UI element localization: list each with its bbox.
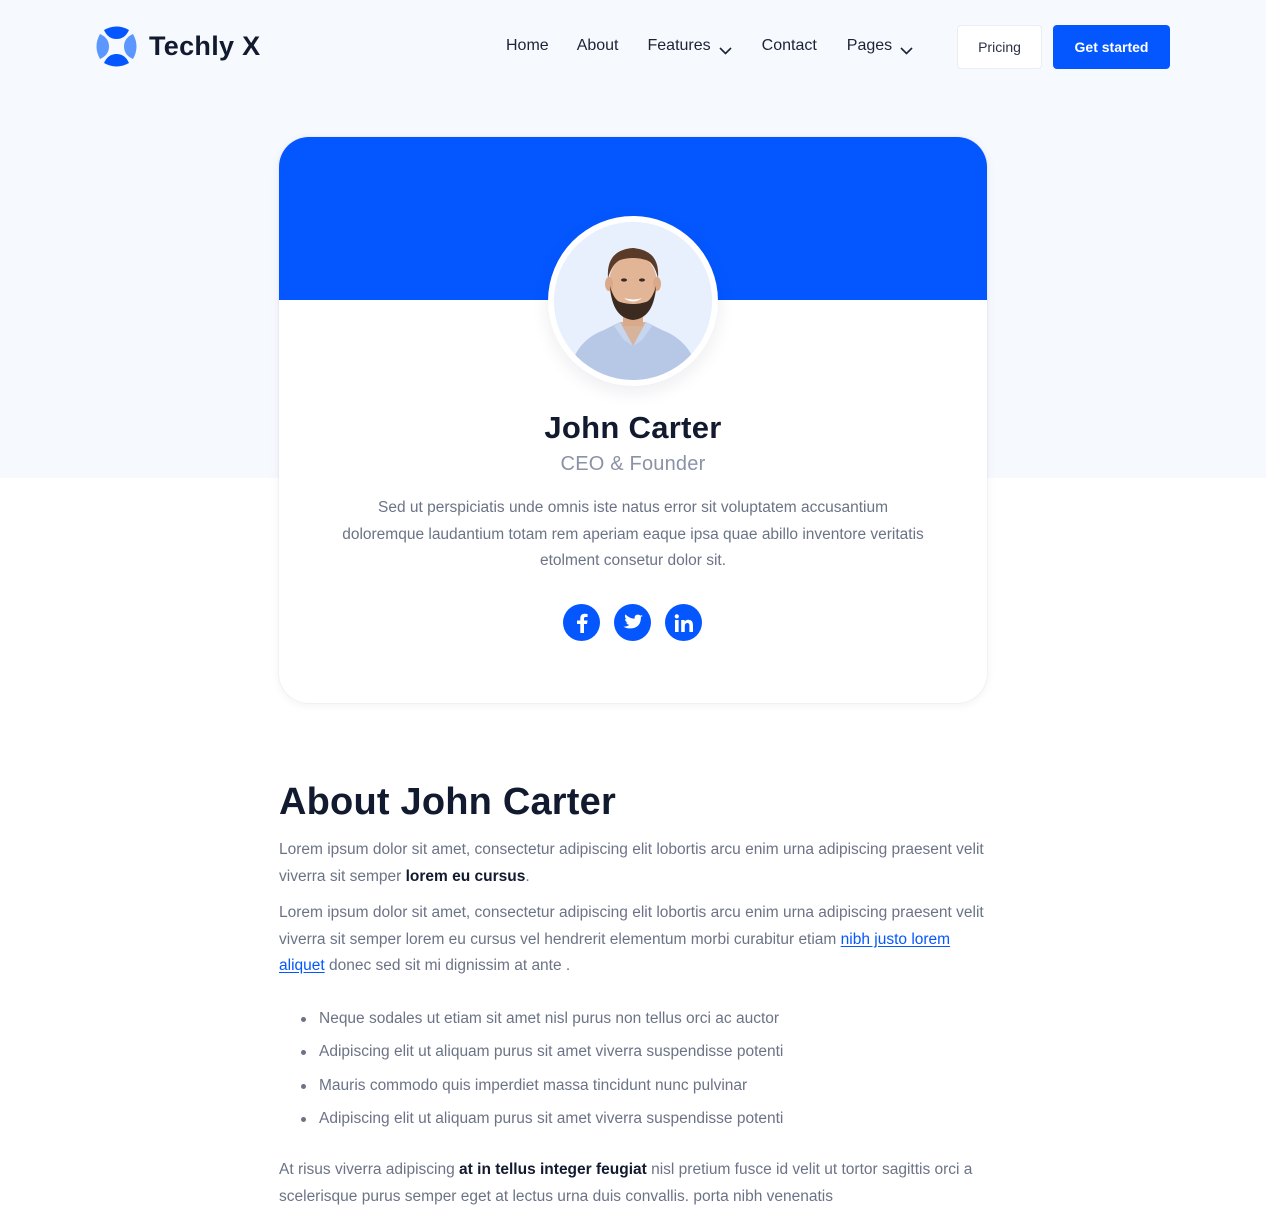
nav-contact[interactable]: Contact — [762, 37, 817, 55]
profile-card: John Carter CEO & Founder Sed ut perspic… — [279, 137, 987, 703]
nav-about-label: About — [576, 37, 619, 54]
about-paragraph-1: Lorem ipsum dolor sit amet, consectetur … — [279, 837, 987, 890]
logo-icon — [94, 24, 139, 69]
profile-name: John Carter — [544, 410, 722, 445]
list-item: Neque sodales ut etiam sit amet nisl pur… — [279, 1009, 987, 1029]
nav-home-label: Home — [506, 37, 549, 54]
avatar — [554, 222, 712, 380]
paragraph-text: donec sed sit mi dignissim at ante . — [324, 957, 571, 974]
site-header: Techly X Home About Features Contact Pag… — [0, 0, 1266, 92]
main-nav: Home About Features Contact Pages — [506, 34, 913, 58]
profile-bio: Sed ut perspiciatis unde omnis iste natu… — [342, 499, 924, 569]
bullet-list: Neque sodales ut etiam sit amet nisl pur… — [279, 1009, 987, 1130]
brand-name: Techly X — [149, 30, 261, 61]
chevron-down-icon — [900, 42, 913, 55]
about-paragraph-2: Lorem ipsum dolor sit amet, consectetur … — [279, 900, 987, 980]
paragraph-text: At risus viverra adipiscing — [279, 1161, 460, 1178]
about-section: About John Carter Lorem ipsum dolor sit … — [279, 778, 987, 1206]
bold-text: at in tellus integer feugiat — [459, 1161, 647, 1178]
nav-contact-label: Contact — [761, 37, 817, 54]
list-item: Adipiscing elit ut aliquam purus sit ame… — [279, 1109, 987, 1129]
list-item: Mauris commodo quis imperdiet massa tinc… — [279, 1076, 987, 1096]
nav-pages-label: Pages — [846, 37, 893, 54]
pricing-button[interactable]: Pricing — [957, 25, 1042, 69]
nav-features-label: Features — [647, 37, 711, 54]
nav-home[interactable]: Home — [506, 37, 549, 55]
list-item: Adipiscing elit ut aliquam purus sit ame… — [279, 1042, 987, 1062]
about-paragraph-3: At risus viverra adipiscing at in tellus… — [279, 1157, 987, 1206]
brand-logo[interactable]: Techly X — [94, 24, 260, 68]
chevron-down-icon — [719, 42, 732, 55]
avatar-frame — [548, 216, 718, 386]
nav-features[interactable]: Features — [648, 37, 732, 55]
social-links — [563, 604, 702, 641]
linkedin-icon — [674, 613, 694, 632]
paragraph-text: Lorem ipsum dolor sit amet, consectetur … — [279, 841, 984, 885]
twitter-icon — [622, 614, 643, 631]
avatar-portrait-image — [554, 222, 712, 380]
bold-text: lorem eu cursus — [405, 867, 526, 885]
about-title: About John Carter — [279, 781, 616, 823]
linkedin-link[interactable] — [665, 604, 702, 641]
facebook-icon — [576, 613, 588, 633]
nav-about[interactable]: About — [577, 37, 619, 55]
facebook-link[interactable] — [563, 604, 600, 641]
get-started-button[interactable]: Get started — [1053, 25, 1170, 69]
twitter-link[interactable] — [614, 604, 651, 641]
nav-pages[interactable]: Pages — [847, 37, 913, 55]
profile-role: CEO & Founder — [560, 453, 706, 475]
paragraph-text: . — [525, 867, 530, 885]
